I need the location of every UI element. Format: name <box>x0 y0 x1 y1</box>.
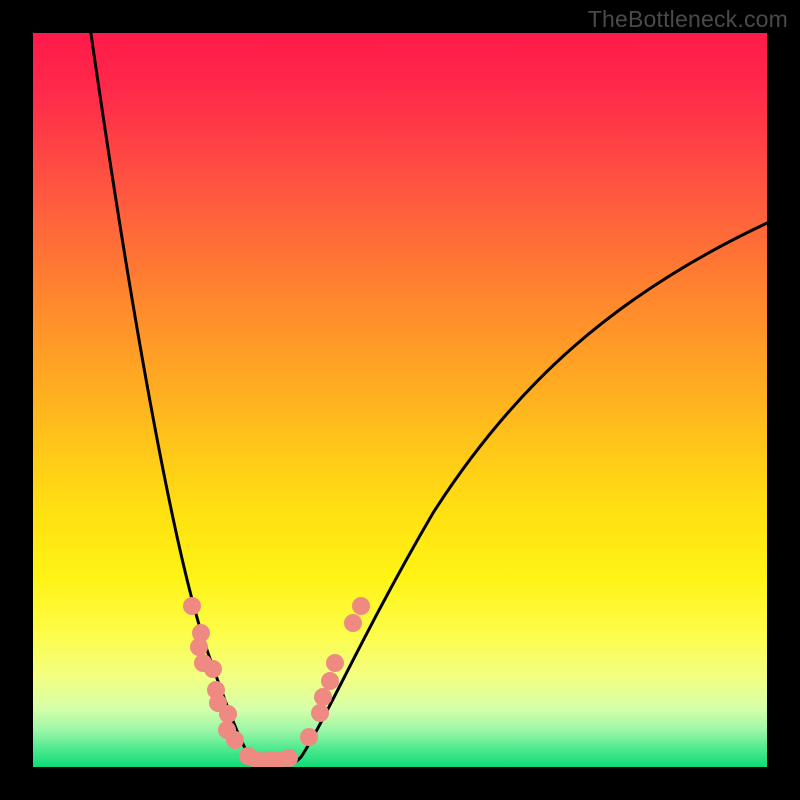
left-curve <box>88 33 277 765</box>
data-dot <box>321 672 339 690</box>
right-curve <box>277 218 767 765</box>
data-dot <box>352 597 370 615</box>
plot-area <box>33 33 767 767</box>
data-dot <box>280 749 298 767</box>
data-dot <box>300 728 318 746</box>
data-dot <box>311 704 329 722</box>
data-dot <box>183 597 201 615</box>
data-dot <box>314 688 332 706</box>
chart-svg <box>33 33 767 767</box>
data-dot <box>344 614 362 632</box>
data-dot <box>226 731 244 749</box>
outer-frame: TheBottleneck.com <box>0 0 800 800</box>
data-dot <box>204 660 222 678</box>
data-dot <box>190 638 208 656</box>
watermark-text: TheBottleneck.com <box>588 6 788 33</box>
data-dot <box>219 705 237 723</box>
data-dot <box>326 654 344 672</box>
curve-group <box>88 33 767 765</box>
